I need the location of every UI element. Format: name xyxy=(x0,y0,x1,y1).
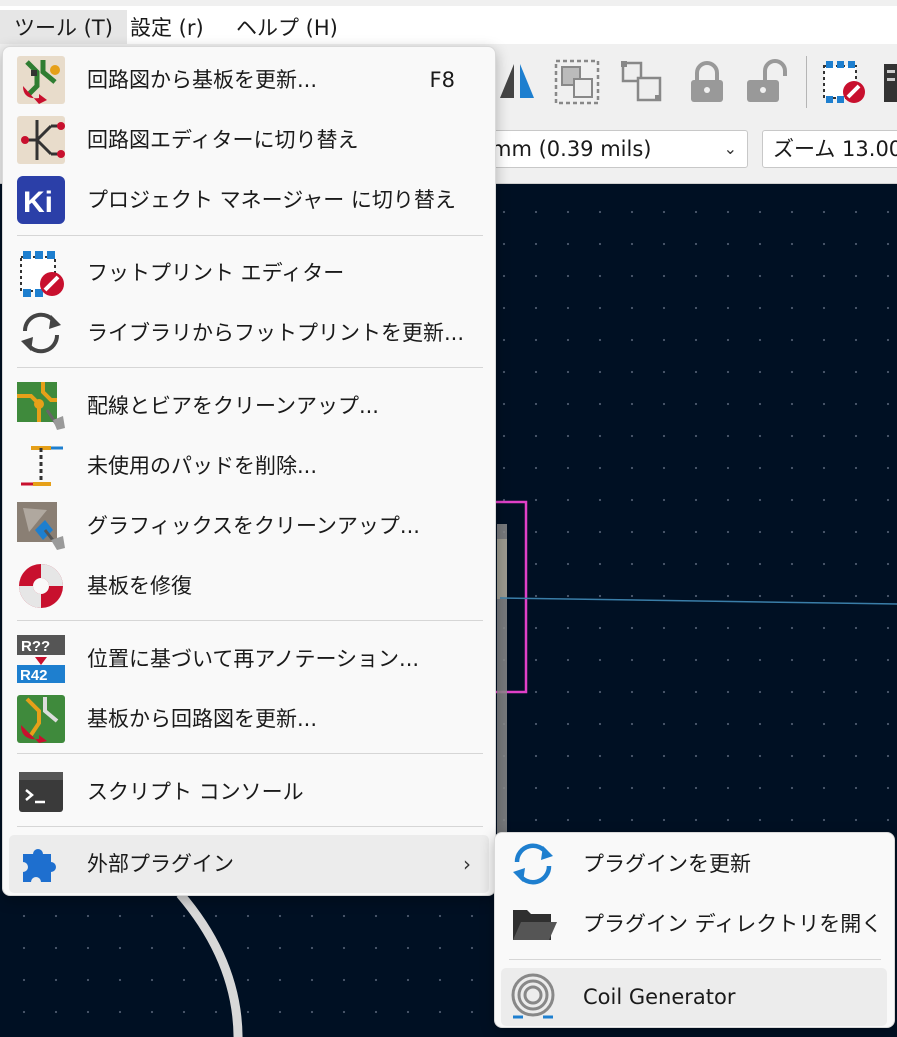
menu-item-coil-generator[interactable]: Coil Generator xyxy=(501,968,887,1026)
remove-unused-pads-icon xyxy=(21,446,63,486)
grid-size-select[interactable]: mm (0.39 mils) ⌄ xyxy=(480,130,748,168)
update-pcb-from-schematic-icon xyxy=(17,56,65,104)
plugins-submenu: プラグインを更新 プラグイン ディレクトリを開く Coil Generator xyxy=(494,832,895,1028)
script-console-icon xyxy=(19,772,63,812)
menu-item-label: フットプリント エディター xyxy=(87,261,345,285)
menu-item-reannotate[interactable]: R?? R42 位置に基づいて再アノテーション... xyxy=(9,630,489,688)
menu-item-label: 回路図から基板を更新... xyxy=(87,68,318,92)
menu-item-label: 配線とビアをクリーンアップ... xyxy=(87,394,379,418)
menu-item-label: プロジェクト マネージャー に切り替え xyxy=(87,188,456,212)
schematic-editor-icon xyxy=(17,116,65,164)
menu-item-label: 位置に基づいて再アノテーション... xyxy=(87,647,420,671)
kicad-project-manager-icon: Ki xyxy=(17,176,65,224)
chevron-down-icon: ⌄ xyxy=(723,139,737,158)
menu-separator xyxy=(17,753,483,754)
menu-item-open-plugin-directory[interactable]: プラグイン ディレクトリを開く xyxy=(501,895,887,953)
track-segment xyxy=(499,597,897,605)
menu-item-label: 外部プラグイン xyxy=(87,852,234,876)
lock-icon[interactable] xyxy=(683,58,731,106)
tools-dropdown-menu: 回路図から基板を更新... F8 回路図エディターに切り替え Ki プロジェクト… xyxy=(2,46,496,896)
ungroup-icon[interactable] xyxy=(618,58,666,106)
toolbar-separator xyxy=(806,56,807,108)
menu-item-update-pcb[interactable]: 回路図から基板を更新... F8 xyxy=(9,51,489,109)
menubar: ツール (T) 設定 (r) ヘルプ (H) xyxy=(0,0,897,46)
menu-item-update-schematic[interactable]: 基板から回路図を更新... xyxy=(9,690,489,748)
board-edge-arc xyxy=(176,891,243,1037)
menu-item-script-console[interactable]: スクリプト コンソール xyxy=(9,763,489,821)
menu-item-label: グラフィックスをクリーンアップ... xyxy=(87,514,420,538)
refresh-icon xyxy=(21,312,61,354)
coil-icon xyxy=(511,973,555,1019)
repair-board-icon xyxy=(19,564,63,608)
group-icon[interactable] xyxy=(553,58,601,106)
menu-separator xyxy=(17,367,483,368)
menu-help[interactable]: ヘルプ (H) xyxy=(222,10,352,46)
footprint-editor-icon[interactable] xyxy=(818,58,866,106)
menu-item-refresh-plugins[interactable]: プラグインを更新 xyxy=(501,835,887,893)
menu-item-update-footprints[interactable]: ライブラリからフットプリントを更新... xyxy=(9,304,489,362)
zoom-value: ズーム 13.00 xyxy=(773,137,897,161)
menu-item-switch-project-manager[interactable]: Ki プロジェクト マネージャー に切り替え xyxy=(9,171,489,229)
menu-item-label: 基板から回路図を更新... xyxy=(87,707,318,731)
chevron-right-icon: › xyxy=(463,852,471,876)
reannotate-icon: R?? R42 xyxy=(17,635,65,683)
svg-text:Ki: Ki xyxy=(23,186,53,219)
menu-item-label: 未使用のパッドを削除... xyxy=(87,454,318,478)
footprint-editor-icon xyxy=(20,251,64,297)
menu-item-external-plugins[interactable]: 外部プラグイン › xyxy=(9,835,489,893)
menu-separator xyxy=(17,620,483,621)
menu-item-cleanup-graphics[interactable]: グラフィックスをクリーンアップ... xyxy=(9,497,489,555)
menu-item-repair-board[interactable]: 基板を修復 xyxy=(9,557,489,615)
cleanup-graphics-icon xyxy=(17,502,65,550)
menu-item-label: 基板を修復 xyxy=(87,574,192,598)
update-schematic-from-pcb-icon xyxy=(17,695,65,743)
menu-item-label: 回路図エディターに切り替え xyxy=(87,128,359,152)
zoom-select[interactable]: ズーム 13.00 xyxy=(762,130,897,168)
unlock-icon[interactable] xyxy=(743,58,791,106)
open-folder-icon xyxy=(513,910,557,940)
menu-item-label: プラグインを更新 xyxy=(583,852,751,876)
menu-separator xyxy=(17,235,483,236)
menu-item-footprint-editor[interactable]: フットプリント エディター xyxy=(9,244,489,302)
menu-separator xyxy=(509,959,881,960)
menu-item-remove-unused-pads[interactable]: 未使用のパッドを削除... xyxy=(9,437,489,495)
refresh-plugins-icon xyxy=(513,843,553,885)
menu-item-label: Coil Generator xyxy=(583,985,736,1009)
menu-item-switch-schematic[interactable]: 回路図エディターに切り替え xyxy=(9,111,489,169)
menu-item-cleanup-tracks[interactable]: 配線とビアをクリーンアップ... xyxy=(9,377,489,435)
grid-size-value: mm (0.39 mils) xyxy=(491,137,652,161)
menu-item-label: ライブラリからフットプリントを更新... xyxy=(87,321,465,345)
plugin-puzzle-icon xyxy=(23,849,56,882)
menu-separator xyxy=(17,826,483,827)
svg-text:R??: R?? xyxy=(21,638,50,655)
menu-tools[interactable]: ツール (T) xyxy=(0,10,127,46)
svg-text:R42: R42 xyxy=(20,667,48,683)
menu-item-shortcut: F8 xyxy=(429,68,455,92)
menu-item-label: プラグイン ディレクトリを開く xyxy=(583,912,883,936)
menu-settings[interactable]: 設定 (r) xyxy=(116,10,218,46)
menu-item-label: スクリプト コンソール xyxy=(87,780,304,804)
mirror-icon[interactable] xyxy=(494,58,542,106)
cleanup-tracks-icon xyxy=(17,382,65,430)
toolbar-overflow-icon[interactable] xyxy=(878,58,897,106)
